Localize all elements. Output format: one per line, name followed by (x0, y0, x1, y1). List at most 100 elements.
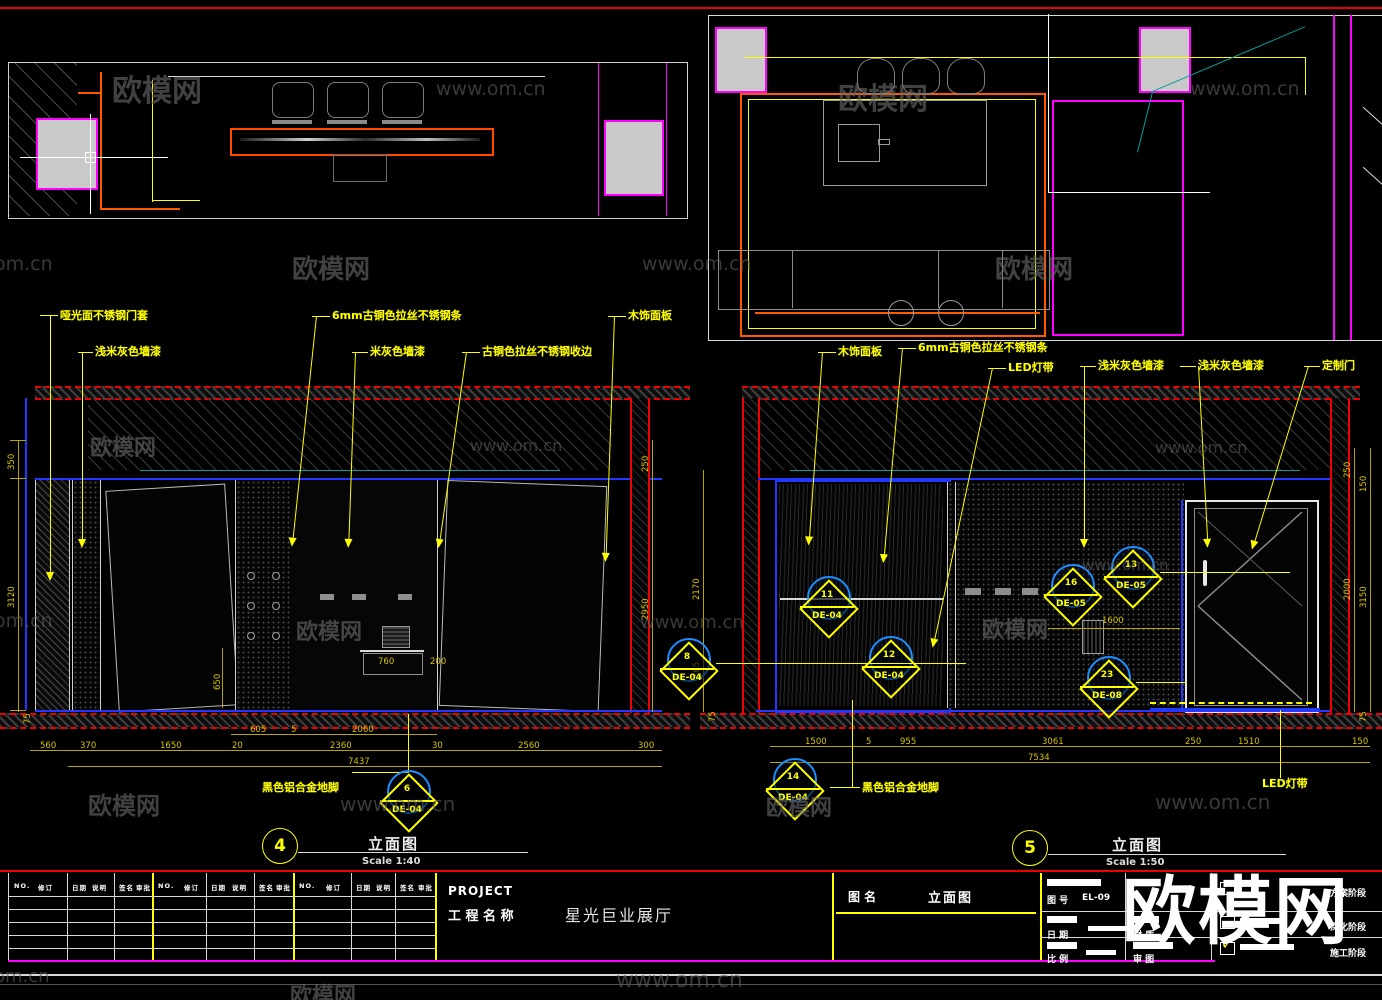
e4-dot-wall (235, 480, 294, 710)
titleblock-divider (435, 873, 437, 960)
watermark: www.om.cn (340, 792, 456, 816)
watermark: 欧模网 (90, 436, 157, 461)
watermark: www.om.cn (640, 612, 744, 633)
watermark: 欧模网 (982, 618, 1049, 643)
dim-line (1048, 628, 1180, 629)
dim-value: 20 (232, 741, 243, 751)
plan-right-frame (708, 15, 709, 340)
e4-right-pier (630, 398, 650, 724)
leader-line (608, 316, 626, 317)
material-label: 浅米灰色墙漆 (95, 345, 161, 358)
detail-callout[interactable]: 12 DE-04 (860, 636, 921, 699)
e4-wall-dash (352, 594, 366, 600)
dim-value: 560 (40, 741, 57, 751)
crosshair-pickbox[interactable] (85, 152, 96, 163)
material-label: 浅米灰色墙漆 (1098, 359, 1164, 372)
watermark: www.om.cn (436, 78, 546, 100)
e4-floor-slab (0, 713, 690, 729)
dim-value: 75 (1359, 711, 1369, 722)
leader-line (312, 316, 330, 317)
e5-door-swing-lines (1197, 511, 1303, 701)
e4-knob (272, 632, 280, 640)
leader-line (46, 315, 55, 581)
view-number: 4 (262, 828, 298, 864)
led-label: LED灯带 (1008, 361, 1054, 374)
cad-viewport[interactable]: 哑光面不锈钢门套 浅米灰色墙漆 6mm古铜色拉丝不锈钢条 米灰色墙漆 古铜色拉丝… (0, 0, 1382, 1000)
scale-label: 比 例 (1047, 955, 1069, 965)
project-label-cn: 工 程 名 称 (448, 909, 514, 924)
e4-monitor (382, 626, 410, 648)
e4-knob (247, 572, 255, 580)
e4-knob (272, 602, 280, 610)
leader-line (1080, 366, 1096, 367)
titleblock-divider (832, 873, 834, 960)
dim-line (222, 648, 223, 708)
crosshair-cursor[interactable] (1048, 192, 1210, 193)
plan-chair (272, 82, 314, 118)
e5-wall-dash (995, 588, 1011, 595)
e4-leaning-panel (438, 480, 608, 712)
leader-line (78, 352, 87, 548)
watermark: 欧模网 (290, 984, 357, 1000)
plan-equipment-handle (878, 139, 890, 145)
watermark: www.om.cn (1082, 556, 1169, 574)
plan-wall-line (1305, 57, 1306, 95)
leader-line (898, 348, 916, 349)
crosshair-cursor[interactable] (90, 114, 91, 214)
dim-line (1354, 448, 1355, 712)
detail-callout[interactable]: 11 DE-04 (798, 576, 859, 639)
plan-chair-seat (327, 120, 367, 124)
watermark: www.om.cn (616, 968, 743, 993)
watermark: om.cn (0, 966, 50, 987)
e4-floor-line (35, 710, 662, 712)
plan-chair (327, 82, 369, 118)
leader-line (852, 700, 853, 788)
watermark: www.om.cn (1155, 790, 1271, 814)
watermark: 欧模网 (766, 796, 833, 821)
watermark: om.cn (0, 253, 53, 275)
detail-callout[interactable]: 8 DE-04 (658, 638, 719, 701)
plan-wall-line (666, 63, 667, 216)
dim-value: 605 (250, 725, 267, 735)
dim-tick (10, 440, 26, 441)
plan-wall-line (745, 57, 1305, 58)
plan-chair-seat (272, 120, 312, 124)
e5-door-jamb-line (1181, 500, 1183, 710)
plan-left-column (604, 120, 664, 196)
plan-wall-line (1350, 15, 1352, 340)
dim-value: 955 (900, 737, 917, 747)
field-redaction (1047, 916, 1077, 923)
view-scale: Scale 1:40 (362, 856, 421, 867)
field-redaction (1086, 950, 1116, 955)
dim-value: 300 (638, 741, 655, 751)
skirting-label: 黑色铝合金地脚 (262, 781, 339, 794)
detail-callout[interactable]: 16 DE-05 (1042, 564, 1103, 627)
e5-led-strip (1150, 702, 1312, 704)
dim-value: 75 (23, 713, 33, 724)
watermark: www.om.cn (642, 253, 752, 275)
dim-line (652, 440, 653, 712)
plan-chair-seat (382, 120, 422, 124)
e5-floor-line (756, 710, 1330, 712)
led-strip-label: LED灯带 (1262, 777, 1308, 790)
e5-wall-dash (1022, 588, 1038, 595)
e4-wall-line (25, 398, 27, 710)
e4-desk-top (360, 650, 424, 652)
plan-room-magenta (1052, 100, 1184, 336)
watermark: 欧模网 (296, 620, 363, 645)
leader-line (1136, 682, 1186, 683)
watermark: 欧模网 (112, 74, 202, 109)
crosshair-cursor[interactable] (1048, 14, 1049, 192)
plan-table (230, 128, 494, 156)
detail-callout[interactable]: 23 DE-08 (1078, 656, 1139, 719)
view-title: 立面图 (368, 835, 420, 853)
dim-line (18, 440, 19, 712)
e5-striped-cabinet (1082, 620, 1104, 654)
dim-value: 1500 (805, 737, 827, 747)
leader-line (1180, 366, 1196, 367)
leader-line (1160, 572, 1290, 573)
leader-line (716, 663, 966, 664)
dim-total: 7437 (348, 757, 370, 767)
dim-value: 30 (432, 741, 443, 751)
leader-line (1304, 366, 1320, 367)
